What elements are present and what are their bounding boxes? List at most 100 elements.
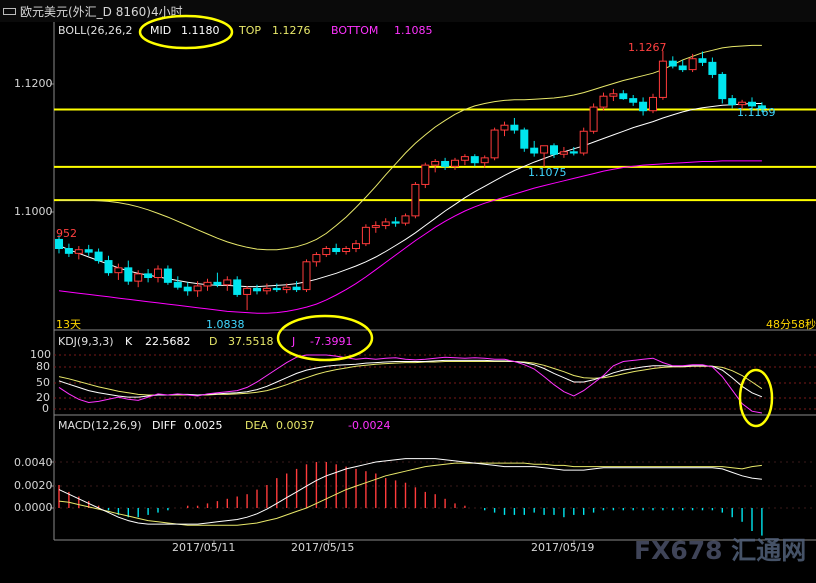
kdj-name: KDJ(9,3,3) [58, 335, 114, 348]
candle-body [74, 249, 83, 254]
boll-top-value: 1.1276 [272, 24, 311, 37]
boll-bottom-line [58, 160, 762, 314]
candle-body [599, 95, 608, 108]
candle-body [203, 281, 212, 287]
kdj-j-value: -7.3991 [310, 335, 353, 348]
kdj-k-value: 22.5682 [145, 335, 191, 348]
candle-body [282, 286, 291, 291]
candle-body [391, 221, 400, 224]
candle-body [381, 221, 390, 227]
kdj-k-line [58, 359, 763, 398]
candlestick-chart[interactable] [0, 0, 816, 583]
candle-body [361, 226, 370, 245]
candle-body [243, 287, 252, 295]
candle-body [629, 98, 638, 103]
price-tick: 1.1200 [14, 77, 53, 90]
candle-body [114, 267, 123, 274]
candle-body [312, 254, 321, 263]
candle-body [688, 58, 697, 71]
kdj-d-label: D [209, 335, 218, 348]
candle-body [480, 157, 489, 164]
candle-body [460, 156, 469, 161]
candle-body [94, 251, 103, 262]
support-resistance-lines [54, 108, 816, 202]
macd-tick: 0.0020 [14, 479, 53, 492]
candle-body [193, 285, 202, 292]
high-annotation: 1.1267 [628, 41, 667, 54]
candle-body [718, 73, 727, 100]
candle-body [738, 101, 747, 106]
date-tick: 2017/05/11 [172, 541, 236, 554]
kdj-d-value: 37.5518 [228, 335, 274, 348]
boll-mid-label: MID [150, 24, 172, 37]
candle-body [213, 281, 222, 286]
boll-top-label: TOP [239, 24, 262, 37]
candle-body [431, 160, 440, 166]
candle-body [183, 286, 192, 292]
kdj-tick: 0 [42, 402, 49, 415]
macd-dea-value: 0.0037 [276, 419, 315, 432]
candle-body [262, 287, 271, 292]
candle-body [530, 147, 539, 154]
candle-body [124, 267, 133, 282]
candle-body [253, 287, 261, 292]
candle-body [322, 248, 331, 256]
candle-body [441, 160, 450, 167]
candle-body [421, 164, 430, 185]
candle-body [104, 260, 113, 274]
candle-body [292, 286, 301, 291]
macd-diff-value: 0.0025 [184, 419, 223, 432]
candle-body [272, 287, 281, 291]
highlight-ellipses [138, 14, 774, 428]
candle-body [144, 273, 153, 279]
macd-dea-line [58, 462, 762, 526]
candle-body [302, 261, 311, 291]
boll-name: BOLL(26,26,2 [58, 24, 133, 37]
macd-value: -0.0024 [348, 419, 391, 432]
kdj-j-label: J [292, 335, 296, 348]
candle-body [708, 61, 717, 75]
watermark-cn: 汇通网 [731, 536, 807, 565]
candle-body [233, 279, 242, 295]
kdj-lines [58, 354, 763, 414]
candle-body [342, 248, 351, 253]
candle-body [579, 130, 588, 154]
timer-label: 48分58秒 [766, 318, 816, 331]
macd-name: MACD(12,26,9) [58, 419, 142, 432]
candle-body [451, 159, 459, 167]
candle-body [173, 281, 182, 288]
candle-body [84, 249, 93, 253]
candle-body [55, 238, 63, 250]
fx678-watermark: FX678 汇通网 [634, 531, 806, 567]
candle-body [470, 156, 479, 164]
macd-dea-label: DEA [245, 419, 268, 432]
candle-body [520, 129, 529, 149]
candles [55, 50, 766, 311]
candle-body [352, 243, 360, 250]
macd-tick: 0.0000 [14, 501, 53, 514]
price-tick: 1.1000 [14, 205, 53, 218]
candle-body [490, 129, 499, 159]
macd-diff-label: DIFF [152, 419, 177, 432]
macd-plot [58, 458, 763, 536]
candle-body [728, 98, 737, 106]
candle-body [223, 279, 232, 286]
boll-top-line [59, 44, 762, 251]
candle-body [559, 151, 568, 155]
candle-body [619, 93, 628, 100]
candle-body [64, 248, 73, 254]
period-label: 13天 [56, 318, 81, 331]
candle-body [510, 124, 519, 131]
candle-body [371, 225, 380, 228]
macd-tick: 0.0040 [14, 456, 53, 469]
low-annotation: 1.0838 [206, 318, 245, 331]
candle-body [589, 106, 598, 132]
candle-body [698, 58, 707, 63]
candle-body [609, 93, 618, 97]
kdj-j-line [58, 354, 762, 414]
candle-body [540, 145, 549, 154]
last-annotation: 1.1169 [737, 106, 776, 119]
kdj-tick: 50 [36, 376, 50, 389]
candle-body [649, 96, 657, 112]
candle-body [639, 101, 648, 112]
